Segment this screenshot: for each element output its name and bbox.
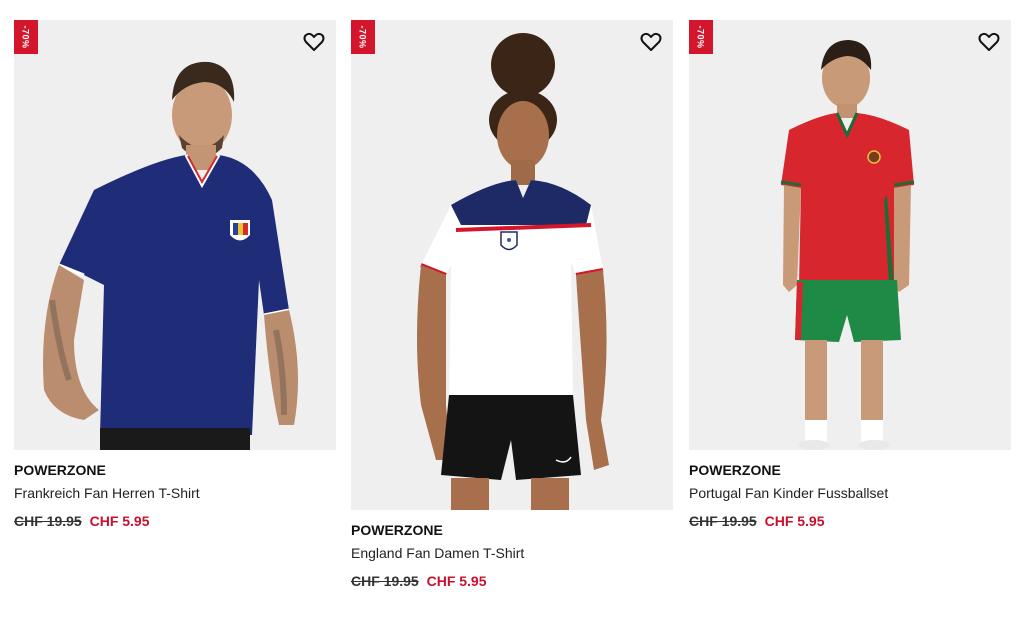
price-row: CHF 19.95 CHF 5.95 xyxy=(689,512,1011,530)
product-card[interactable]: -70% POWERZONE England Fan Damen T-Shirt… xyxy=(351,20,673,590)
product-photo-portugal-kit xyxy=(689,20,1011,450)
product-grid: -70% POWERZONE Frankreich Fan Herren T-S… xyxy=(0,0,1024,618)
sale-price: CHF 5.95 xyxy=(426,573,487,589)
product-info: POWERZONE Frankreich Fan Herren T-Shirt … xyxy=(14,450,336,530)
product-image[interactable]: -70% xyxy=(689,20,1011,450)
product-photo-france-shirt xyxy=(14,20,336,450)
discount-badge: -70% xyxy=(689,20,713,54)
price-row: CHF 19.95 CHF 5.95 xyxy=(351,572,673,590)
product-photo-england-shirt xyxy=(351,20,673,510)
price-row: CHF 19.95 CHF 5.95 xyxy=(14,512,336,530)
discount-badge: -70% xyxy=(14,20,38,54)
heart-icon[interactable] xyxy=(302,30,326,54)
product-name[interactable]: Frankreich Fan Herren T-Shirt xyxy=(14,484,336,502)
product-card[interactable]: -70% POWERZONE Portugal Fan Kinder Fussb… xyxy=(689,20,1011,530)
old-price: CHF 19.95 xyxy=(351,573,419,589)
product-info: POWERZONE Portugal Fan Kinder Fussballse… xyxy=(689,450,1011,530)
old-price: CHF 19.95 xyxy=(14,513,82,529)
sale-price: CHF 5.95 xyxy=(89,513,150,529)
product-name[interactable]: England Fan Damen T-Shirt xyxy=(351,544,673,562)
heart-icon[interactable] xyxy=(639,30,663,54)
product-card[interactable]: -70% POWERZONE Frankreich Fan Herren T-S… xyxy=(14,20,336,530)
product-image[interactable]: -70% xyxy=(351,20,673,510)
product-brand: POWERZONE xyxy=(351,522,443,538)
product-info: POWERZONE England Fan Damen T-Shirt CHF … xyxy=(351,510,673,590)
product-brand: POWERZONE xyxy=(689,462,781,478)
old-price: CHF 19.95 xyxy=(689,513,757,529)
sale-price: CHF 5.95 xyxy=(764,513,825,529)
product-brand: POWERZONE xyxy=(14,462,106,478)
product-image[interactable]: -70% xyxy=(14,20,336,450)
heart-icon[interactable] xyxy=(977,30,1001,54)
product-name[interactable]: Portugal Fan Kinder Fussballset xyxy=(689,484,1011,502)
discount-badge: -70% xyxy=(351,20,375,54)
